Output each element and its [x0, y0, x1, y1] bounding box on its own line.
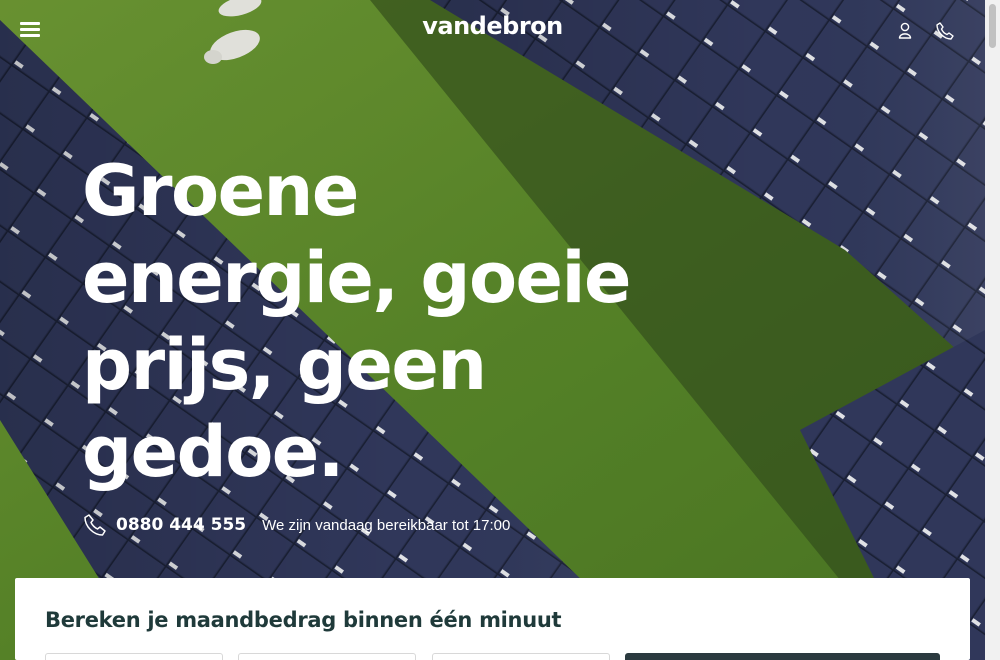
scrollbar-thumb[interactable] — [989, 4, 996, 48]
top-navigation: vandebron — [0, 0, 985, 60]
hero-headline: Groene energie, goeie prijs, geen gedoe. — [82, 150, 632, 493]
hero-section: vandebron Groene energie, goeie prijs, g… — [0, 0, 985, 660]
calculator-option-2[interactable] — [238, 653, 416, 660]
contact-info: 0880 444 555 We zijn vandaag bereikbaar … — [82, 510, 510, 540]
calculator-option-3[interactable] — [432, 653, 610, 660]
calculator-submit-button[interactable] — [625, 653, 940, 660]
page-scrollbar[interactable] — [985, 0, 1000, 660]
user-icon[interactable] — [894, 20, 916, 42]
calculator-option-1[interactable] — [45, 653, 223, 660]
phone-number-link[interactable]: 0880 444 555 — [116, 515, 246, 535]
availability-text: We zijn vandaag bereikbaar tot 17:00 — [262, 516, 511, 534]
phone-icon — [84, 514, 106, 536]
brand-logo[interactable]: vandebron — [0, 12, 985, 40]
calculator-title: Bereken je maandbedrag binnen één minuut — [45, 608, 562, 632]
calculator-card: Bereken je maandbedrag binnen één minuut — [15, 578, 970, 660]
phone-icon[interactable] — [934, 20, 956, 42]
